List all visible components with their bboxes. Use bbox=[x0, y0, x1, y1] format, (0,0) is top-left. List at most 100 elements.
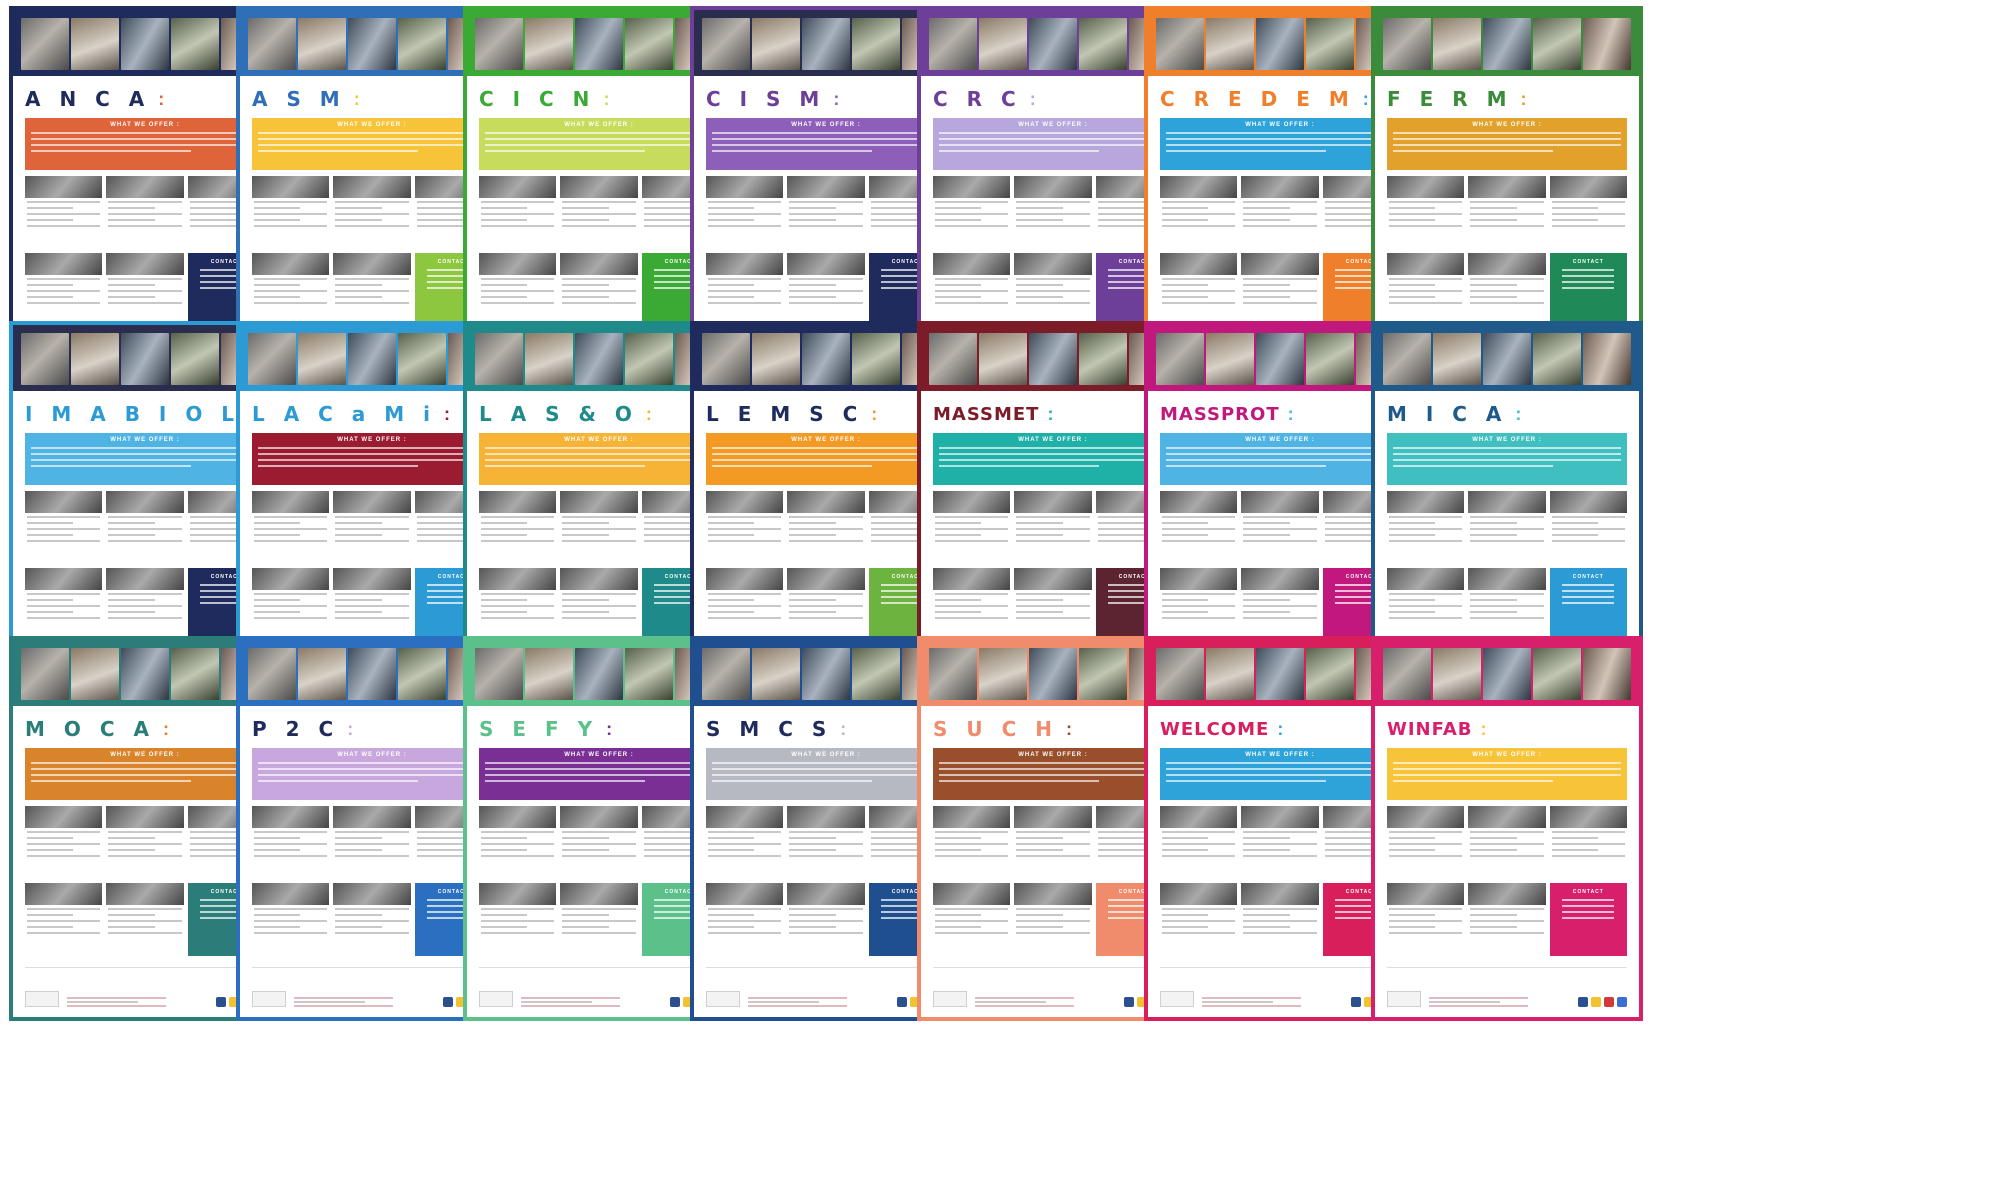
service-text-line bbox=[1243, 213, 1317, 215]
service-text-line bbox=[108, 302, 182, 304]
service-text-line bbox=[108, 611, 155, 613]
service-text-line bbox=[1016, 219, 1063, 221]
service-text-line bbox=[1551, 540, 1625, 542]
photo-thumbnail bbox=[1433, 333, 1481, 385]
service-image bbox=[252, 806, 330, 828]
service-image bbox=[933, 806, 1011, 828]
footer-text-line bbox=[1202, 997, 1301, 999]
contact-box: CONTACT bbox=[1549, 883, 1627, 956]
poster-acronym: L E M S C bbox=[706, 402, 864, 426]
service-cell bbox=[1160, 176, 1238, 249]
photo-thumbnail bbox=[802, 648, 850, 700]
service-text-line bbox=[789, 516, 863, 518]
service-text-line bbox=[935, 528, 1009, 530]
service-text-line bbox=[27, 831, 101, 833]
photo-thumbnail bbox=[398, 648, 446, 700]
service-text-line bbox=[108, 225, 182, 227]
service-text-line bbox=[254, 522, 301, 524]
photo-strip bbox=[1375, 10, 1639, 76]
service-text-line bbox=[27, 296, 74, 298]
service-text-line bbox=[708, 213, 782, 215]
service-text-line bbox=[108, 284, 155, 286]
service-image bbox=[1387, 491, 1465, 513]
photo-thumbnail bbox=[298, 648, 346, 700]
service-text-line bbox=[1097, 534, 1145, 536]
service-text-line bbox=[108, 837, 155, 839]
service-text-line bbox=[189, 534, 237, 536]
offer-text-line bbox=[31, 465, 191, 467]
service-text-line bbox=[254, 593, 328, 595]
photo-thumbnail bbox=[852, 648, 900, 700]
partner-logo bbox=[1617, 997, 1627, 1007]
platform-logo bbox=[25, 991, 59, 1007]
service-cell bbox=[787, 253, 865, 326]
service-image bbox=[1549, 491, 1627, 513]
photo-thumbnail bbox=[1156, 333, 1204, 385]
service-text-line bbox=[708, 278, 782, 280]
service-cell bbox=[560, 253, 638, 326]
photo-thumbnail bbox=[121, 333, 169, 385]
service-text-line bbox=[562, 611, 609, 613]
service-text-line bbox=[935, 914, 982, 916]
service-text-line bbox=[708, 593, 782, 595]
service-text-line bbox=[1016, 201, 1090, 203]
service-text-line bbox=[562, 932, 636, 934]
service-text-line bbox=[335, 926, 382, 928]
service-cell bbox=[333, 253, 411, 326]
service-text-line bbox=[1243, 914, 1290, 916]
service-text-line bbox=[1389, 213, 1463, 215]
service-cell bbox=[252, 253, 330, 326]
service-cell bbox=[333, 806, 411, 879]
service-text-line bbox=[27, 837, 74, 839]
service-text-line bbox=[935, 225, 1009, 227]
poster-card[interactable]: WINFAB: WHAT WE OFFER : CONTACT bbox=[1371, 636, 1643, 1021]
service-image bbox=[1241, 253, 1319, 275]
service-text-line bbox=[335, 605, 409, 607]
service-text-line bbox=[1470, 213, 1544, 215]
service-text-line bbox=[1243, 296, 1290, 298]
service-text-line bbox=[1470, 837, 1517, 839]
service-text-line bbox=[1016, 522, 1063, 524]
service-text-line bbox=[935, 278, 1009, 280]
service-image bbox=[787, 176, 865, 198]
service-text-line bbox=[1243, 605, 1317, 607]
photo-thumbnail bbox=[398, 333, 446, 385]
service-text-line bbox=[935, 920, 1009, 922]
service-text-line bbox=[1470, 605, 1544, 607]
offer-title: WHAT WE OFFER : bbox=[337, 752, 407, 758]
service-text-line bbox=[254, 225, 328, 227]
service-text-line bbox=[481, 219, 528, 221]
service-text-line bbox=[708, 617, 782, 619]
offer-title: WHAT WE OFFER : bbox=[110, 122, 180, 128]
service-text-line bbox=[27, 932, 101, 934]
platform-logo bbox=[1160, 991, 1194, 1007]
service-text-line bbox=[254, 278, 328, 280]
service-text-line bbox=[1162, 207, 1209, 209]
service-text-line bbox=[562, 849, 609, 851]
service-text-line bbox=[562, 290, 636, 292]
offer-text-line bbox=[485, 774, 713, 776]
offer-text-line bbox=[1166, 465, 1326, 467]
service-text-line bbox=[935, 605, 1009, 607]
service-image bbox=[479, 883, 557, 905]
service-text-line bbox=[1097, 522, 1145, 524]
service-cells: CONTACT bbox=[1160, 806, 1400, 956]
service-text-line bbox=[1389, 302, 1463, 304]
service-text-line bbox=[416, 534, 464, 536]
service-text-line bbox=[481, 290, 555, 292]
service-text-line bbox=[935, 290, 1009, 292]
service-text-line bbox=[1243, 837, 1290, 839]
service-text-line bbox=[27, 914, 74, 916]
service-text-line bbox=[1551, 207, 1599, 209]
service-image bbox=[25, 806, 103, 828]
service-text-line bbox=[335, 599, 382, 601]
offer-title: WHAT WE OFFER : bbox=[1245, 437, 1315, 443]
service-image bbox=[25, 568, 103, 590]
service-text-line bbox=[708, 516, 782, 518]
service-text-line bbox=[254, 837, 301, 839]
offer-text-line bbox=[258, 768, 486, 770]
poster-acronym: MASSPROT bbox=[1160, 403, 1280, 425]
service-cell bbox=[787, 491, 865, 564]
service-text-line bbox=[708, 522, 755, 524]
photo-thumbnail bbox=[1306, 648, 1354, 700]
